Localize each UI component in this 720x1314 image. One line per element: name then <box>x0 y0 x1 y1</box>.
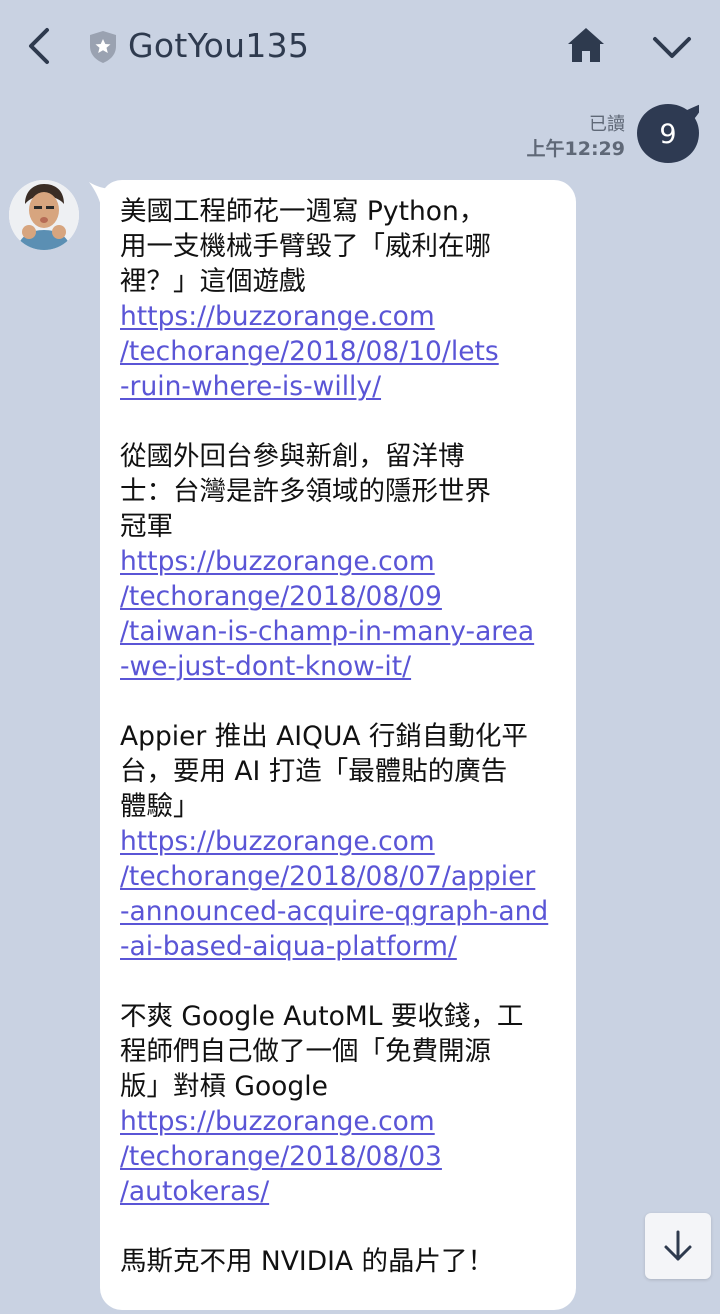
news-link[interactable]: /techorange/2018/08/10/lets <box>120 334 568 369</box>
message-time: 上午12:29 <box>526 138 625 160</box>
news-link[interactable]: https://buzzorange.com <box>120 544 568 579</box>
news-title-line: 體驗」 <box>120 791 200 822</box>
arrow-down-icon <box>664 1230 692 1261</box>
read-status: 已讀 上午12:29 <box>527 112 625 162</box>
back-button[interactable] <box>20 24 60 68</box>
menu-toggle-button[interactable] <box>650 30 694 66</box>
news-link[interactable]: https://buzzorange.com <box>120 824 568 859</box>
news-title-line: 台，要用 AI 打造「最體貼的廣告 <box>120 756 508 787</box>
news-item: 不爽 Google AutoML 要收錢，工 程師們自己做了一個「免費開源 版」… <box>120 999 568 1209</box>
news-link[interactable]: https://buzzorange.com <box>120 299 568 334</box>
news-title-line: 馬斯克不用 NVIDIA 的晶片了！ <box>120 1246 494 1277</box>
news-title-line: 冠軍 <box>120 511 173 542</box>
news-link[interactable]: /autokeras/ <box>120 1174 568 1209</box>
news-link[interactable]: /taiwan-is-champ-in-many-area <box>120 614 568 649</box>
news-title-line: 不爽 Google AutoML 要收錢，工 <box>120 1001 524 1032</box>
news-link[interactable]: /techorange/2018/08/03 <box>120 1139 568 1174</box>
chat-header: GotYou135 <box>0 0 720 92</box>
news-link[interactable]: -ruin-where-is-willy/ <box>120 369 568 404</box>
news-title-line: 從國外回台參與新創，留洋博 <box>120 441 465 472</box>
news-title-line: 用一支機械手臂毀了「威利在哪 <box>120 231 491 262</box>
message-text: 美國工程師花一週寫 Python， 用一支機械手臂毀了「威利在哪 裡？」這個遊戲… <box>120 194 568 1314</box>
news-title-line: 程師們自己做了一個「免費開源 <box>120 1036 491 1067</box>
news-link[interactable]: -we-just-dont-know-it/ <box>120 649 568 684</box>
news-item: 從國外回台參與新創，留洋博 士：台灣是許多領域的隱形世界 冠軍 https://… <box>120 439 568 684</box>
news-title-line: Appier 推出 AIQUA 行銷自動化平 <box>120 721 528 752</box>
home-button[interactable] <box>564 24 608 68</box>
home-icon <box>568 28 604 62</box>
news-item: 美國工程師花一週寫 Python， 用一支機械手臂毀了「威利在哪 裡？」這個遊戲… <box>120 194 568 404</box>
news-title-line: 裡？」這個遊戲 <box>120 266 306 297</box>
news-item: Appier 推出 AIQUA 行銷自動化平 台，要用 AI 打造「最體貼的廣告… <box>120 719 568 964</box>
news-link[interactable]: -announced-acquire-qgraph-and <box>120 894 568 929</box>
read-label: 已讀 <box>589 114 625 135</box>
news-title-line: 版」對槓 Google <box>120 1071 328 1102</box>
profile-photo-icon <box>9 180 79 250</box>
badge-count: 9 <box>659 119 677 150</box>
avatar[interactable] <box>9 180 79 250</box>
message-bubble[interactable]: 美國工程師花一週寫 Python， 用一支機械手臂毀了「威利在哪 裡？」這個遊戲… <box>100 180 576 1310</box>
news-link[interactable]: /techorange/2018/08/07/appier <box>120 859 568 894</box>
scroll-to-bottom-button[interactable] <box>645 1213 711 1279</box>
news-link[interactable]: -ai-based-aiqua-platform/ <box>120 929 568 964</box>
chat-title: GotYou135 <box>128 26 310 65</box>
shield-icon <box>88 30 118 64</box>
news-title-line: 美國工程師花一週寫 Python， <box>120 196 486 227</box>
news-item: 馬斯克不用 NVIDIA 的晶片了！ <box>120 1244 568 1279</box>
chevron-down-icon <box>653 37 691 58</box>
news-title-line: 士：台灣是許多領域的隱形世界 <box>120 476 491 507</box>
chevron-left-icon <box>29 28 49 64</box>
news-link[interactable]: /techorange/2018/08/09 <box>120 579 568 614</box>
news-link[interactable]: https://buzzorange.com <box>120 1104 568 1139</box>
